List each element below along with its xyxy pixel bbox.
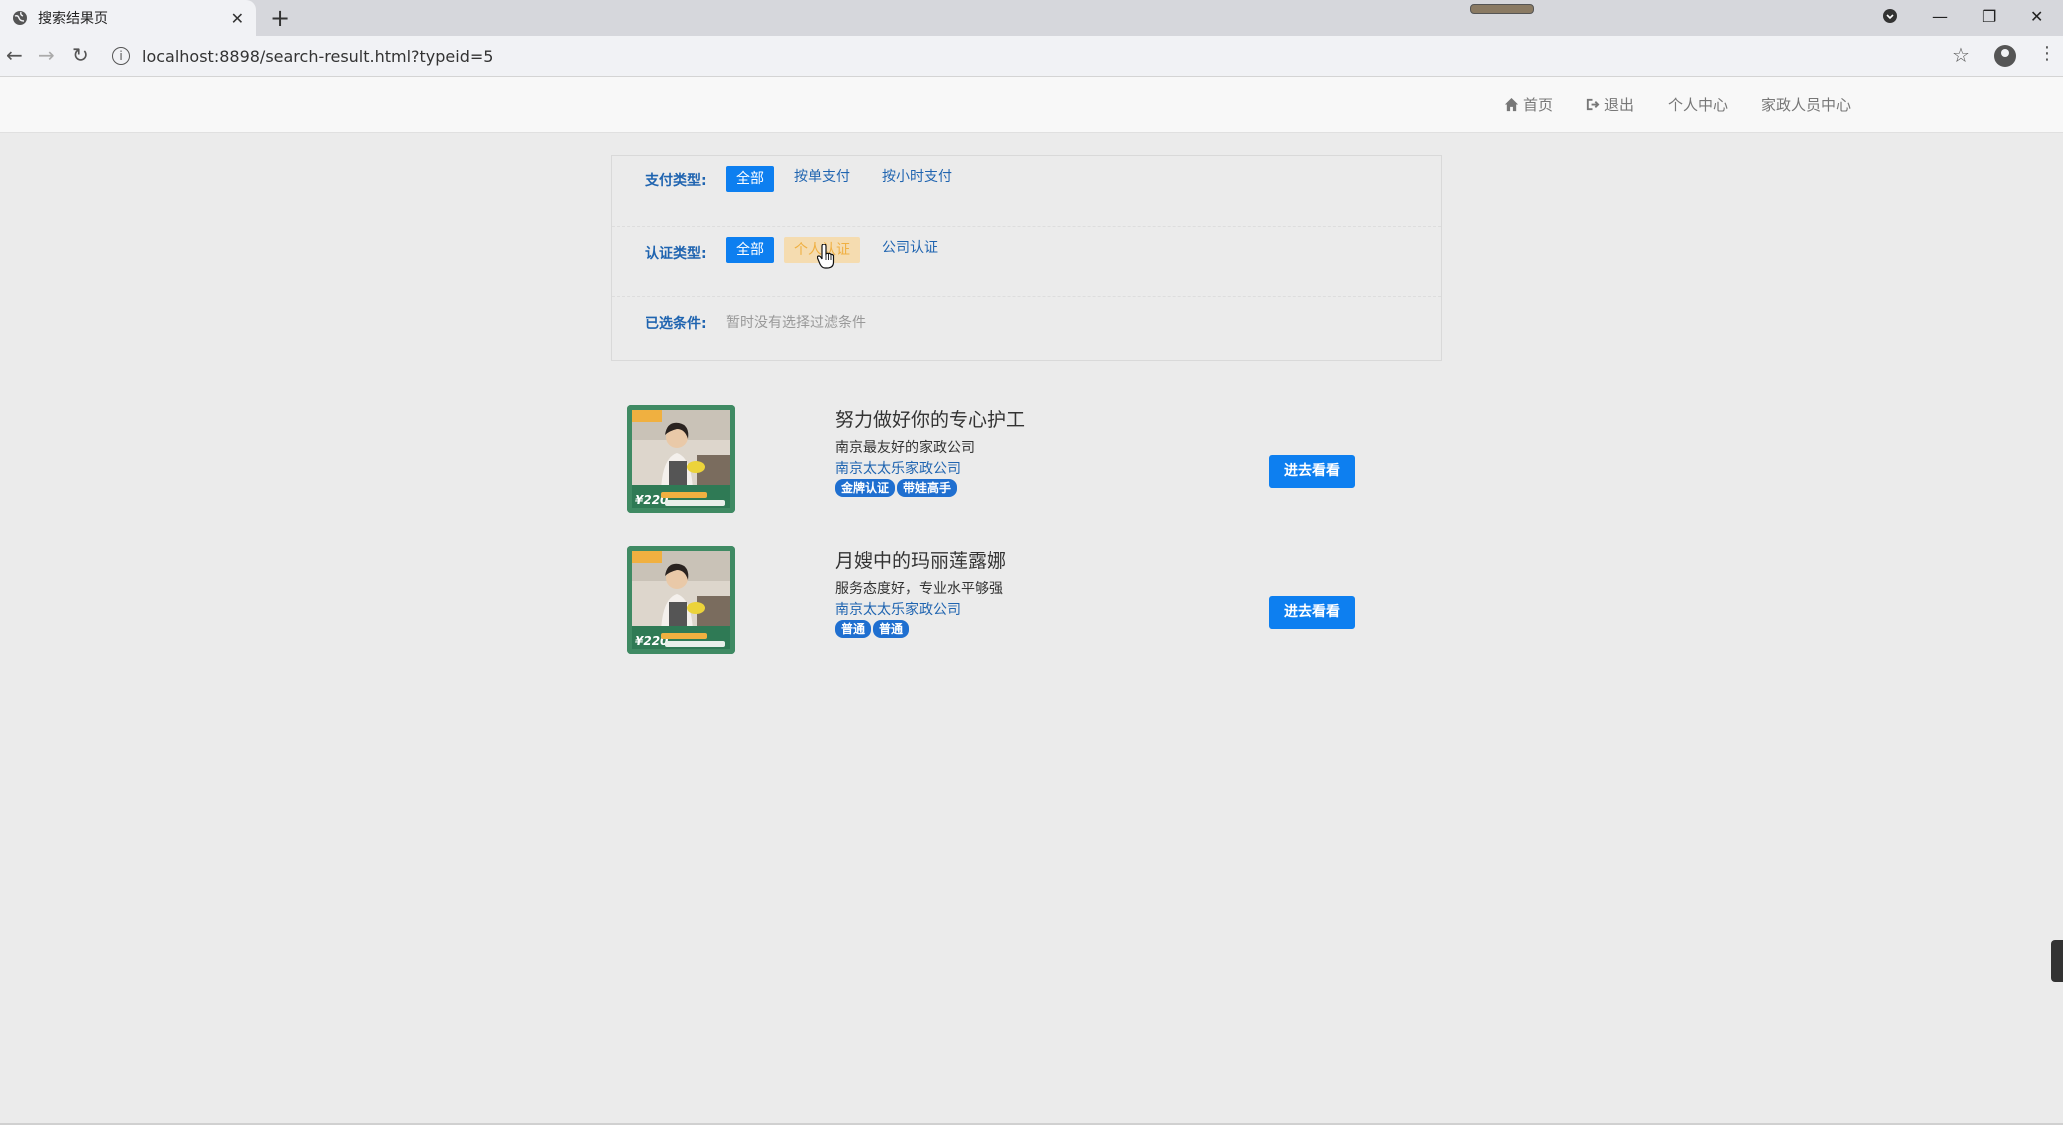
badge: 普通: [873, 620, 910, 638]
bookmark-star-icon[interactable]: ☆: [1952, 43, 1970, 67]
nav-logout-link[interactable]: 退出: [1585, 94, 1634, 115]
cert-type-filter-row: 认证类型: 全部 个人认证 公司认证: [612, 226, 1441, 297]
result-company-link[interactable]: 南京太太乐家政公司: [835, 458, 961, 478]
restore-icon[interactable]: ❐: [1982, 0, 1996, 32]
pay-type-option-per-hour[interactable]: 按小时支付: [872, 164, 962, 190]
site-navbar: 首页 退出 个人中心 家政人员中心: [0, 77, 2063, 133]
window-drag-handle[interactable]: [1470, 4, 1534, 14]
minimize-icon[interactable]: —: [1932, 0, 1948, 32]
home-icon: [1504, 97, 1519, 112]
result-thumbnail[interactable]: ¥220: [627, 546, 735, 654]
nav-home-label: 首页: [1523, 96, 1554, 114]
selected-conditions-label: 已选条件:: [645, 316, 707, 332]
pay-type-filter-row: 支付类型: 全部 按单支付 按小时支付: [612, 156, 1441, 226]
nav-personal-center-label: 个人中心: [1668, 96, 1729, 114]
nav-home-link[interactable]: 首页: [1504, 94, 1553, 115]
housekeeper-photo-image: ¥220: [627, 405, 735, 513]
cert-type-option-all[interactable]: 全部: [726, 237, 774, 263]
filter-panel: 支付类型: 全部 按单支付 按小时支付 认证类型: 全部 个人认证 公司认证 已…: [611, 155, 1442, 361]
view-details-button[interactable]: 进去看看: [1269, 455, 1355, 488]
result-item: ¥220 月嫂中的玛丽莲露娜 服务态度好，专业水平够强 南京太太乐家政公司 普通…: [627, 546, 1367, 656]
back-arrow-icon[interactable]: ←: [6, 44, 23, 66]
nav-logout-label: 退出: [1604, 96, 1635, 114]
housekeeper-photo-image: ¥220: [627, 546, 735, 654]
badge: 普通: [835, 620, 872, 638]
pay-type-option-all[interactable]: 全部: [726, 166, 774, 192]
browser-toolbar: ← → ↻ i localhost:8898/search-result.htm…: [0, 36, 2063, 77]
result-description: 服务态度好，专业水平够强: [835, 581, 1003, 597]
nav-personal-center-link[interactable]: 个人中心: [1668, 94, 1728, 115]
forward-arrow-icon[interactable]: →: [38, 44, 55, 66]
result-thumbnail[interactable]: ¥220: [627, 405, 735, 513]
address-bar[interactable]: i localhost:8898/search-result.html?type…: [112, 40, 1952, 72]
url-text[interactable]: localhost:8898/search-result.html?typeid…: [142, 47, 493, 66]
nav-staff-center-link[interactable]: 家政人员中心: [1761, 94, 1851, 115]
side-scroll-tab[interactable]: [2051, 940, 2063, 982]
browser-tab[interactable]: 搜索结果页 ✕: [0, 0, 256, 36]
site-info-icon[interactable]: i: [112, 47, 130, 65]
tab-search-icon[interactable]: [1882, 0, 1898, 32]
pay-type-label: 支付类型:: [645, 173, 707, 189]
result-item: ¥220 努力做好你的专心护工 南京最友好的家政公司 南京太太乐家政公司 金牌认…: [627, 405, 1367, 515]
globe-icon: [13, 11, 27, 25]
view-details-button[interactable]: 进去看看: [1269, 596, 1355, 629]
result-name[interactable]: 努力做好你的专心护工: [835, 405, 1025, 432]
reload-icon[interactable]: ↻: [72, 44, 89, 66]
close-tab-icon[interactable]: ✕: [231, 9, 244, 28]
tab-title: 搜索结果页: [38, 11, 108, 27]
profile-avatar-icon[interactable]: [1994, 45, 2016, 67]
pay-type-option-per-order[interactable]: 按单支付: [784, 164, 860, 190]
result-badges: 金牌认证 带娃高手: [835, 479, 958, 497]
nav-staff-center-label: 家政人员中心: [1761, 96, 1852, 114]
hand-cursor-icon: [817, 244, 835, 269]
result-name[interactable]: 月嫂中的玛丽莲露娜: [835, 546, 1006, 573]
menu-dots-icon[interactable]: ⋮: [2038, 43, 2056, 64]
selected-conditions-empty-text: 暂时没有选择过滤条件: [726, 315, 866, 331]
badge: 金牌认证: [835, 479, 896, 497]
close-window-icon[interactable]: ✕: [2030, 0, 2043, 32]
cert-type-label: 认证类型:: [645, 246, 707, 262]
result-badges: 普通 普通: [835, 620, 910, 638]
result-description: 南京最友好的家政公司: [835, 440, 975, 456]
result-company-link[interactable]: 南京太太乐家政公司: [835, 599, 961, 619]
sign-out-icon: [1586, 98, 1600, 111]
cert-type-option-company[interactable]: 公司认证: [872, 235, 948, 261]
browser-tabstrip: 搜索结果页 ✕ + — ❐ ✕: [0, 0, 2063, 36]
selected-conditions-row: 已选条件: 暂时没有选择过滤条件: [612, 296, 1441, 367]
new-tab-icon[interactable]: +: [270, 4, 290, 32]
badge: 带娃高手: [897, 479, 958, 497]
